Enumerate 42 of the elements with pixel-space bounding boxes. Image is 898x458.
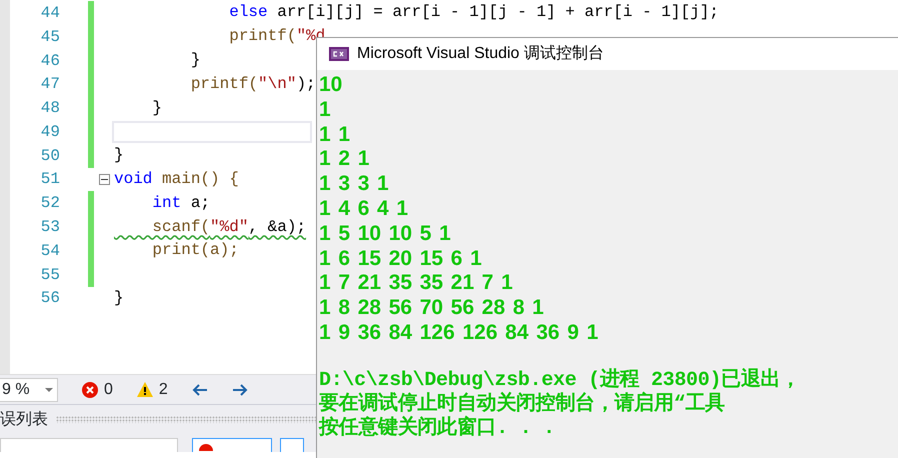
code-line: printf("\n"); <box>190 74 316 95</box>
line-number: 51 <box>40 169 60 190</box>
code-line: } <box>151 98 162 119</box>
console-output-line: 要在调试停止时自动关闭控制台，请启用“工具 <box>319 392 726 416</box>
panel-title: 误列表 <box>0 410 48 430</box>
console-output-line: 1 4 6 4 1 <box>319 196 410 222</box>
console-output-line: 按任意键关闭此窗口. . . <box>319 416 556 441</box>
warning-count[interactable]: 2 <box>136 378 168 402</box>
code-line: else arr[i][j] = arr[i - 1][j - 1] + arr[i - 1][j]; <box>228 2 719 24</box>
zoom-dropdown[interactable]: 9 % <box>0 378 58 402</box>
line-number: 49 <box>40 122 60 143</box>
line-number: 47 <box>40 74 60 96</box>
line-number: 55 <box>40 264 60 286</box>
line-number: 53 <box>40 217 60 238</box>
line-number: 56 <box>40 288 60 310</box>
console-output-line: 1 8 28 56 70 56 28 8 1 <box>319 296 545 321</box>
line-number: 44 <box>40 2 60 24</box>
code-line: int a; <box>151 192 210 214</box>
console-output-line: 10 <box>319 73 344 98</box>
console-output-line: 1 <box>319 98 332 123</box>
code-line: void main() { <box>114 168 239 190</box>
code-line: } <box>114 145 124 166</box>
console-output-line: 1 1 <box>319 122 352 148</box>
code-line: scanf("%d", &a); <box>151 216 306 238</box>
console-output-line: 1 5 10 10 5 1 <box>319 222 452 247</box>
line-number: 54 <box>40 240 60 262</box>
error-count[interactable]: 0 <box>82 378 113 402</box>
console-output-line: 1 6 15 20 15 6 1 <box>319 246 483 272</box>
line-number: 45 <box>40 26 60 48</box>
code-line: print(a); <box>151 240 239 262</box>
console-output-line: 1 9 36 84 126 126 84 36 9 1 <box>319 320 600 346</box>
console-output-line: 1 3 3 1 <box>319 172 390 197</box>
window-title: Microsoft Visual Studio 调试控制台 <box>357 44 604 64</box>
code-line: } <box>114 288 124 309</box>
line-number: 52 <box>40 193 60 214</box>
console-output-line: 1 2 1 <box>319 147 370 172</box>
line-number: 48 <box>40 98 60 120</box>
line-number: 46 <box>40 50 60 72</box>
console-output-line: D:\c\zsb\Debug\zsb.exe (进程 23800)已退出， <box>319 368 801 392</box>
line-number: 50 <box>40 146 60 167</box>
console-output-line: 1 7 21 35 35 21 7 1 <box>319 271 514 296</box>
code-line: } <box>190 50 200 71</box>
